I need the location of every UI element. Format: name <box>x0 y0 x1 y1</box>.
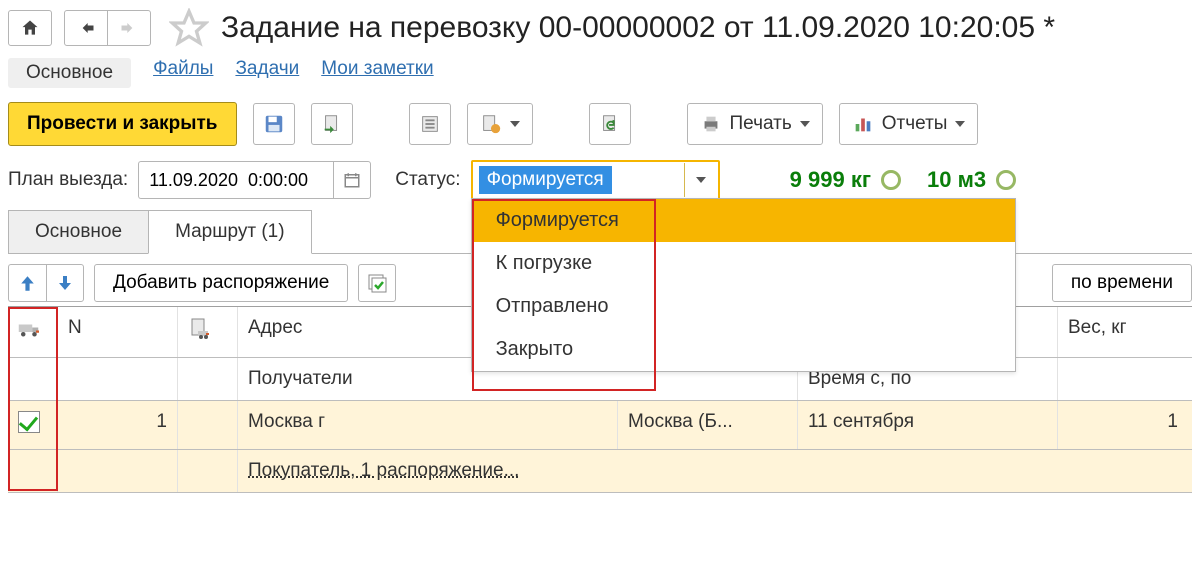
weight-value: 9 999 кг <box>790 167 871 193</box>
status-dropdown-list: Формируется К погрузке Отправлено Закрыт… <box>471 198 1016 372</box>
add-order-button[interactable]: Добавить распоряжение <box>94 264 348 302</box>
check-icon <box>18 411 40 433</box>
calendar-icon <box>343 171 361 189</box>
reports-label: Отчеты <box>882 113 948 135</box>
arrow-right-icon <box>119 18 139 38</box>
tab-route[interactable]: Маршрут (1) <box>148 210 311 254</box>
post-button[interactable] <box>311 103 353 145</box>
status-caret[interactable] <box>684 163 718 197</box>
arrow-left-icon <box>76 18 96 38</box>
arrow-up-icon <box>15 271 40 296</box>
favorite-star-icon[interactable] <box>165 4 213 52</box>
table-row-sub: Покупатель, 1 распоряжение... <box>8 450 1192 493</box>
row-date: 11 сентября <box>798 401 1058 449</box>
volume-value: 10 м3 <box>927 167 986 193</box>
section-nav: Основное Файлы Задачи Мои заметки <box>8 58 1192 88</box>
section-tab-files[interactable]: Файлы <box>153 58 213 88</box>
page-title: Задание на перевозку 00-00000002 от 11.0… <box>221 11 1055 45</box>
row-city: Москва (Б... <box>618 401 798 449</box>
truck-icon <box>18 317 42 341</box>
move-up-button[interactable] <box>8 264 46 302</box>
move-down-button[interactable] <box>46 264 84 302</box>
chevron-down-icon <box>696 177 706 183</box>
back-button[interactable] <box>64 10 108 46</box>
status-option-loading[interactable]: К погрузке <box>472 242 1015 285</box>
volume-metric: 10 м3 <box>927 167 1016 193</box>
table-row[interactable]: 1 Москва г Москва (Б... 11 сентября 1 <box>8 401 1192 450</box>
document-refresh-icon <box>599 113 621 135</box>
section-tab-main[interactable]: Основное <box>8 58 131 88</box>
section-tab-notes[interactable]: Мои заметки <box>321 58 433 88</box>
section-tab-tasks[interactable]: Задачи <box>235 58 299 88</box>
document-truck-icon <box>188 317 212 341</box>
create-based-on-button[interactable] <box>467 103 533 145</box>
row-number: 1 <box>58 401 178 449</box>
chevron-down-icon <box>800 121 810 127</box>
arrow-down-icon <box>53 271 77 295</box>
post-and-close-button[interactable]: Провести и закрыть <box>8 102 237 146</box>
col-n[interactable]: N <box>58 307 178 357</box>
reports-button[interactable]: Отчеты <box>839 103 979 145</box>
row-doc-cell <box>178 401 238 449</box>
home-button[interactable] <box>8 10 52 46</box>
by-time-button[interactable]: по времени <box>1052 264 1192 302</box>
departure-plan-label: План выезда: <box>8 169 128 191</box>
status-dropdown[interactable]: Формируется Формируется К погрузке Отпра… <box>471 160 720 200</box>
save-button[interactable] <box>253 103 295 145</box>
status-label: Статус: <box>395 169 460 191</box>
status-option-closed[interactable]: Закрыто <box>472 328 1015 371</box>
recipient-link[interactable]: Покупатель, 1 распоряжение... <box>248 460 519 481</box>
status-selected-value: Формируется <box>479 166 612 194</box>
col-truck[interactable] <box>8 307 58 357</box>
print-button[interactable]: Печать <box>687 103 823 145</box>
status-option-sent[interactable]: Отправлено <box>472 285 1015 328</box>
row-address: Москва г <box>238 401 618 449</box>
save-icon <box>263 113 285 135</box>
document-arrow-icon <box>321 113 343 135</box>
chevron-down-icon <box>955 121 965 127</box>
chart-icon <box>852 113 874 135</box>
document-gear-icon <box>480 113 502 135</box>
toolbar: Провести и закрыть Печать Отчеты <box>8 102 1192 146</box>
chevron-down-icon <box>510 121 520 127</box>
row-check-cell[interactable] <box>8 401 58 449</box>
refresh-button[interactable] <box>589 103 631 145</box>
date-picker-button[interactable] <box>333 161 371 199</box>
col-doc[interactable] <box>178 307 238 357</box>
printer-icon <box>700 113 722 135</box>
check-stack-icon <box>365 271 389 295</box>
home-icon <box>20 18 40 38</box>
row-weight: 1 <box>1058 401 1188 449</box>
col-weight[interactable]: Вес, кг <box>1058 307 1188 357</box>
list-icon <box>419 113 441 135</box>
select-all-button[interactable] <box>358 264 396 302</box>
status-circle-icon <box>996 170 1016 190</box>
tab-main[interactable]: Основное <box>8 210 148 254</box>
status-circle-icon <box>881 170 901 190</box>
print-label: Печать <box>730 113 792 135</box>
departure-date-input[interactable] <box>138 161 333 199</box>
list-button[interactable] <box>409 103 451 145</box>
weight-metric: 9 999 кг <box>790 167 901 193</box>
forward-button[interactable] <box>107 10 151 46</box>
status-option-forming[interactable]: Формируется <box>472 199 1015 242</box>
